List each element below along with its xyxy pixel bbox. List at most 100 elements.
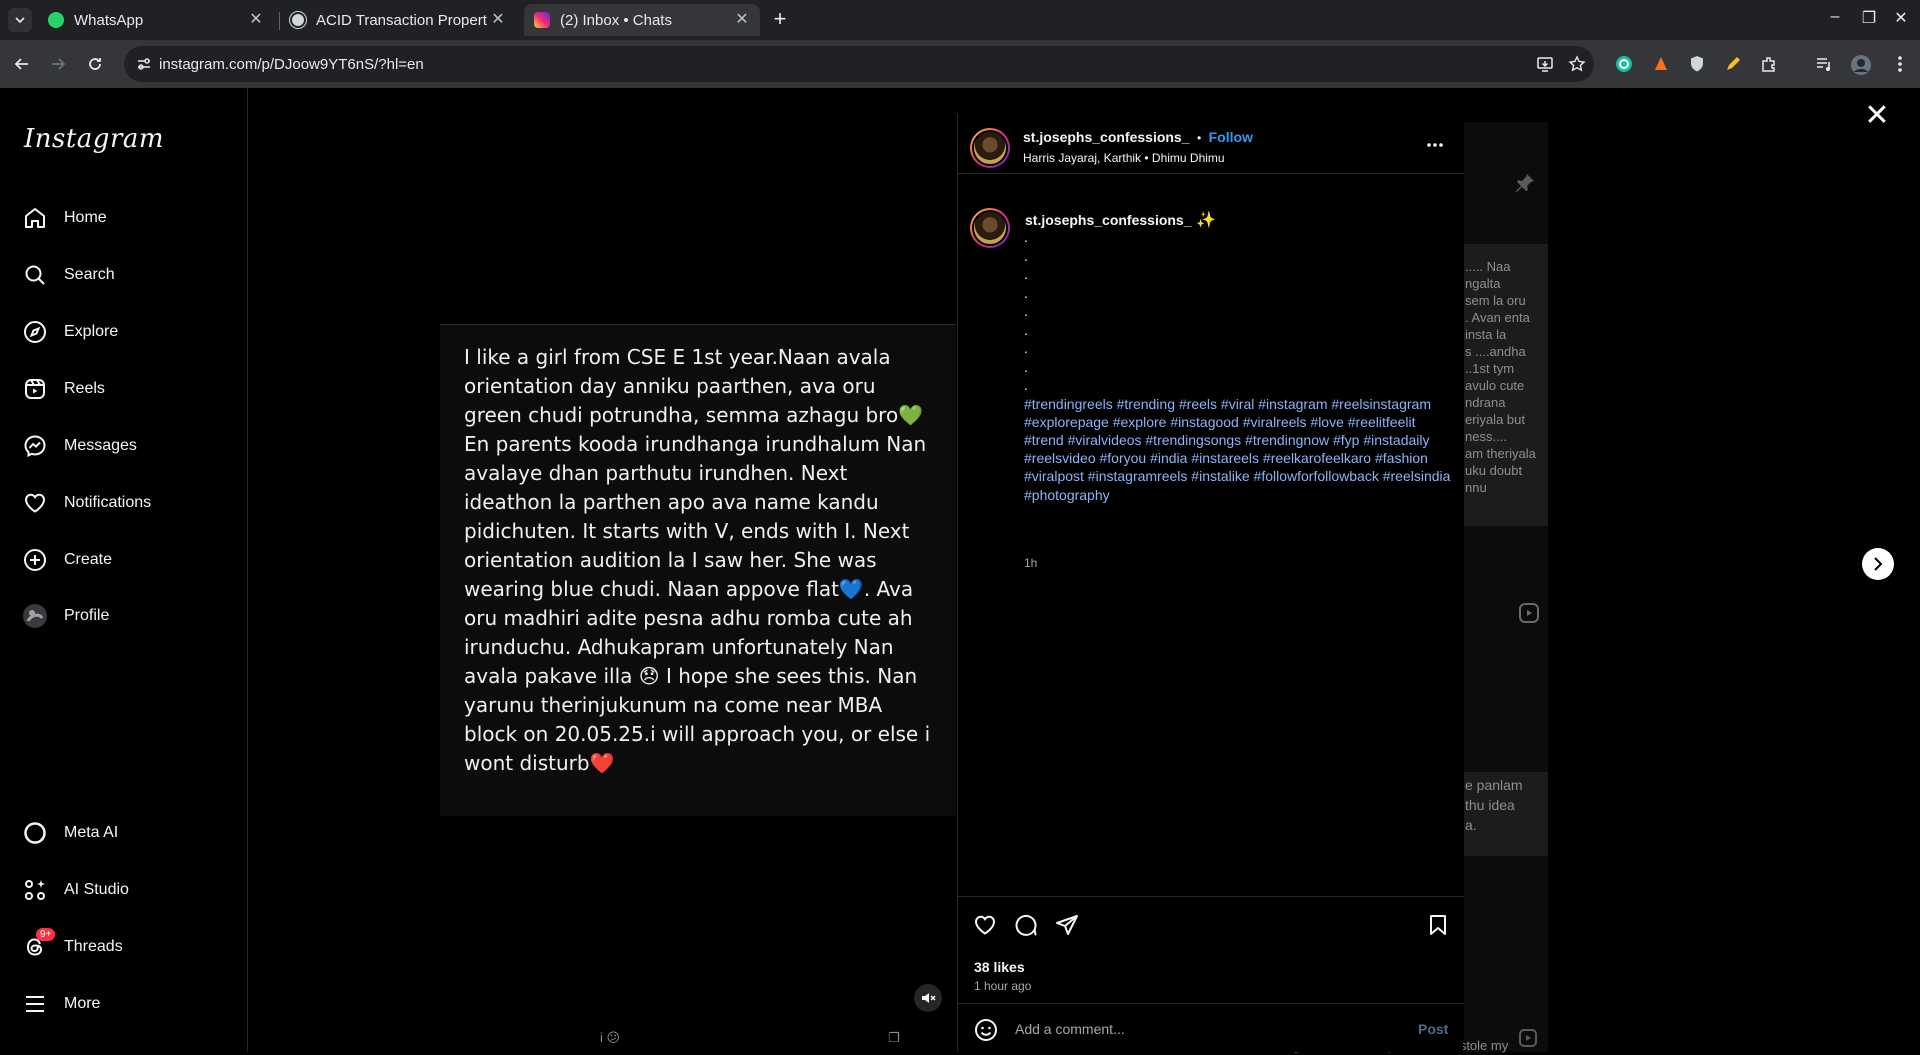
like-heart-icon[interactable] — [973, 913, 997, 937]
browser-toolbar: instagram.com/p/DJoow9YT6nS/?hl=en — [0, 40, 1920, 88]
shield-extension-icon[interactable] — [1687, 54, 1707, 74]
speaker-muted-icon — [922, 993, 936, 1003]
notification-badge: 9+ — [36, 928, 56, 941]
media-control-icon[interactable] — [1814, 54, 1834, 74]
post-caption: ......... #trendingreels #trending #reel… — [1024, 228, 1452, 504]
explore-icon — [22, 319, 48, 345]
sidebar-item-profile[interactable]: Profile — [22, 596, 109, 636]
arrow-left-icon — [14, 58, 28, 70]
caption-username[interactable]: st.josephs_confessions_ — [1025, 212, 1192, 228]
caption-hashtags[interactable]: #trendingreels #trending #reels #viral #… — [1024, 395, 1452, 504]
sidebar-item-label: Notifications — [64, 494, 152, 511]
share-send-icon[interactable] — [1055, 913, 1079, 937]
sidebar-item-search[interactable]: Search — [22, 255, 115, 295]
restore-icon[interactable]: ❐ — [1857, 8, 1881, 28]
sidebar: Instagram Home Search Explore Reels Mess… — [0, 88, 248, 1052]
caption-header: st.josephs_confessions_ ✨ — [1025, 210, 1216, 230]
author-avatar[interactable] — [970, 128, 1010, 168]
sidebar-item-create[interactable]: Create — [22, 540, 112, 580]
sidebar-item-messages[interactable]: Messages — [22, 426, 137, 466]
address-bar[interactable]: instagram.com/p/DJoow9YT6nS/?hl=en — [124, 46, 1594, 82]
audio-attribution[interactable]: Harris Jayaraj, Karthik • Dhimu Dhimu — [1023, 151, 1225, 165]
more-options-icon[interactable] — [1426, 142, 1444, 148]
chatgpt-icon — [290, 12, 306, 28]
install-app-icon[interactable] — [1536, 55, 1554, 73]
arrow-right-icon — [52, 58, 66, 70]
forward-button[interactable] — [46, 52, 70, 76]
sidebar-item-notifications[interactable]: Notifications — [22, 483, 151, 523]
author-username[interactable]: st.josephs_confessions_ — [1023, 129, 1190, 145]
extension-icon[interactable] — [1651, 54, 1671, 74]
sidebar-item-label: Explore — [64, 323, 119, 340]
close-modal-icon[interactable]: ✕ — [1862, 101, 1892, 132]
messenger-icon — [22, 433, 48, 459]
likes-count[interactable]: 38 likes — [974, 959, 1025, 975]
pin-icon — [1516, 174, 1534, 192]
save-bookmark-icon[interactable] — [1426, 913, 1450, 937]
sidebar-item-label: Meta AI — [64, 824, 119, 841]
close-tab-icon[interactable]: ✕ — [734, 12, 750, 28]
extensions-puzzle-icon[interactable] — [1759, 54, 1779, 74]
close-tab-icon[interactable]: ✕ — [490, 12, 506, 28]
tab-title: (2) Inbox • Chats — [560, 11, 672, 29]
search-icon — [22, 262, 48, 288]
meta-ai-icon — [22, 820, 48, 846]
tab-search-button[interactable] — [8, 8, 32, 32]
copy-icon: ❐ — [888, 1030, 900, 1045]
more-vertical-icon[interactable] — [1890, 54, 1910, 74]
reel-icon — [1519, 1029, 1537, 1047]
pen-extension-icon[interactable] — [1723, 54, 1743, 74]
instagram-logo[interactable]: Instagram — [24, 124, 164, 154]
caption-timestamp[interactable]: 1h — [1024, 556, 1037, 570]
sidebar-item-label: AI Studio — [64, 881, 129, 898]
follow-button[interactable]: Follow — [1209, 129, 1253, 145]
post-header: st.josephs_confessions_ • Follow Harris … — [958, 114, 1464, 174]
threads-icon: 9+ — [22, 928, 56, 960]
post-actions: 38 likes 1 hour ago Add a comment... Pos… — [958, 896, 1464, 1052]
minimize-icon[interactable]: – — [1823, 8, 1847, 26]
sidebar-item-label: Profile — [64, 607, 110, 624]
reel-icon — [1519, 603, 1539, 623]
hamburger-icon — [22, 991, 48, 1017]
sidebar-item-threads[interactable]: 9+ Threads — [22, 927, 123, 967]
grammarly-extension-icon[interactable] — [1614, 54, 1634, 74]
new-tab-button[interactable]: + — [768, 8, 792, 32]
browser-tab-bar: WhatsApp ✕ ACID Transaction Propert ✕ (2… — [0, 0, 1920, 40]
comment-input[interactable]: Add a comment... — [1015, 1021, 1125, 1037]
sparkle-emoji: ✨ — [1195, 212, 1216, 229]
sidebar-item-reels[interactable]: Reels — [22, 369, 105, 409]
emoji-picker-icon[interactable] — [974, 1018, 998, 1042]
close-tab-icon[interactable]: ✕ — [248, 12, 264, 28]
bookmark-star-icon[interactable] — [1568, 55, 1586, 73]
reload-button[interactable] — [83, 52, 107, 76]
profile-avatar — [22, 603, 48, 629]
post-comment-button[interactable]: Post — [1418, 1021, 1448, 1037]
close-window-icon[interactable]: ✕ — [1889, 8, 1913, 28]
post-details-panel: st.josephs_confessions_ • Follow Harris … — [957, 114, 1464, 1052]
background-thumb-text: i 😕 — [600, 1030, 621, 1045]
caption-author-avatar[interactable] — [970, 208, 1010, 248]
browser-tab-acid[interactable]: ACID Transaction Propert ✕ — [280, 4, 516, 36]
sidebar-item-explore[interactable]: Explore — [22, 312, 118, 352]
post-media[interactable]: I like a girl from CSE E 1st year.Naan a… — [440, 324, 956, 816]
sidebar-item-more[interactable]: More — [22, 984, 100, 1024]
comment-icon[interactable] — [1014, 913, 1038, 937]
reload-icon — [89, 58, 101, 70]
sidebar-item-label: Home — [64, 209, 107, 226]
mute-button[interactable] — [914, 984, 942, 1012]
sidebar-item-ai-studio[interactable]: AI Studio — [22, 870, 129, 910]
sidebar-item-label: More — [64, 995, 101, 1012]
sidebar-item-meta-ai[interactable]: Meta AI — [22, 813, 118, 853]
browser-tab-instagram[interactable]: (2) Inbox • Chats ✕ — [524, 4, 760, 36]
profile-avatar[interactable] — [1850, 54, 1871, 75]
back-button[interactable] — [10, 52, 34, 76]
sidebar-item-home[interactable]: Home — [22, 198, 107, 238]
chevron-right-icon — [1874, 557, 1883, 571]
tab-title: ACID Transaction Propert — [316, 11, 487, 29]
site-info-icon[interactable] — [136, 56, 152, 72]
browser-tab-whatsapp[interactable]: WhatsApp ✕ — [38, 4, 274, 36]
post-time-ago: 1 hour ago — [974, 979, 1032, 993]
plus-square-icon — [22, 547, 48, 573]
reels-icon — [22, 376, 48, 402]
next-post-button[interactable] — [1862, 548, 1894, 580]
